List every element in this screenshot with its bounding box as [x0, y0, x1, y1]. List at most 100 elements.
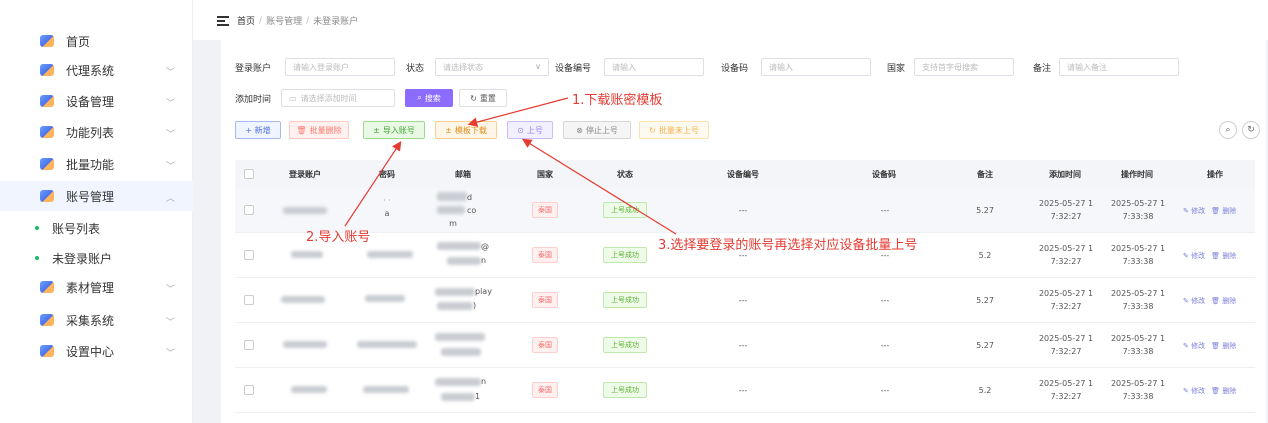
row-checkbox[interactable]: [244, 205, 254, 215]
table-row[interactable]: play ) 泰国 上号成功 --- --- 5.27 2025-05-27 1…: [235, 278, 1255, 323]
email-redacted: [437, 192, 467, 201]
edit-link[interactable]: ✎ 修改: [1183, 206, 1205, 216]
delete-link[interactable]: 🗑 删除: [1211, 251, 1236, 261]
row-checkbox[interactable]: [244, 295, 254, 305]
menu-fold-icon[interactable]: [217, 15, 229, 26]
batch-label: 批量未上号: [658, 125, 699, 135]
column-header: 备注: [977, 170, 993, 179]
column-header: 密码: [379, 170, 395, 179]
account-redacted: [281, 296, 325, 303]
remark-cell: 5.27: [976, 341, 994, 350]
function-icon: [40, 126, 54, 138]
device-code-cell: ---: [880, 386, 890, 395]
sidebar-item-devices[interactable]: 设备管理 ﹀: [0, 86, 193, 116]
batch-delete-label: 批量删除: [309, 125, 342, 135]
country-filter-input[interactable]: 支持首字母搜索: [914, 58, 1014, 76]
delete-link[interactable]: 🗑 删除: [1211, 341, 1236, 351]
row-checkbox[interactable]: [244, 250, 254, 260]
table-row[interactable]: · · a d co m 泰国 上号成功 --- --- 5.27 2025-05…: [235, 188, 1255, 233]
search-button[interactable]: ⌕ 搜索: [405, 89, 453, 107]
account-redacted: [291, 251, 323, 258]
operated-time-cell: 2025-05-27 1 7:33:38: [1110, 334, 1166, 356]
add-time-filter-picker[interactable]: ▭ 请选择添加时间: [281, 89, 395, 107]
password-tail: a: [384, 209, 390, 218]
country-tag: 泰国: [532, 337, 558, 353]
account-filter-input[interactable]: 请输入登录账户: [285, 58, 395, 76]
device-no-filter-input[interactable]: 请输入: [604, 58, 704, 76]
email-redacted: [435, 333, 485, 341]
login-button[interactable]: ⊙ 上号: [507, 121, 553, 139]
edit-link[interactable]: ✎ 修改: [1183, 386, 1205, 396]
table-row[interactable]: 泰国 上号成功 --- --- 5.27 2025-05-27 1 7:32:2…: [235, 323, 1255, 368]
sidebar-item-label: 账号管理: [66, 189, 115, 204]
email-fragment: d: [467, 193, 473, 202]
delete-link[interactable]: 🗑 删除: [1211, 296, 1236, 306]
sidebar-item-label: 功能列表: [66, 125, 115, 140]
row-actions: ✎ 修改 🗑 删除: [1183, 341, 1236, 351]
delete-link[interactable]: 🗑 删除: [1211, 386, 1236, 396]
settings-icon: [40, 345, 54, 357]
sidebar-item-batch[interactable]: 批量功能 ﹀: [0, 149, 193, 179]
column-header: 添加时间: [1049, 170, 1081, 179]
device-code-cell: ---: [880, 206, 890, 215]
breadcrumb-separator: /: [259, 15, 263, 26]
edit-link[interactable]: ✎ 修改: [1183, 341, 1205, 351]
email-fragment: ): [473, 301, 477, 310]
device-no-filter-label: 设备编号: [555, 64, 592, 74]
template-download-button[interactable]: ± 模板下载: [435, 121, 497, 139]
device-icon: [40, 95, 54, 107]
batch-not-login-button[interactable]: ↻ 批量未上号: [639, 121, 709, 139]
delete-link[interactable]: 🗑 删除: [1211, 206, 1236, 216]
breadcrumb-parent[interactable]: 账号管理: [266, 14, 302, 27]
row-checkbox[interactable]: [244, 340, 254, 350]
email-fragment: @: [481, 242, 489, 251]
row-checkbox[interactable]: [244, 385, 254, 395]
sidebar-item-settings[interactable]: 设置中心 ﹀: [0, 336, 193, 366]
device-code-filter-input[interactable]: 请输入: [761, 58, 871, 76]
upload-icon: ±: [373, 125, 380, 135]
home-icon: [40, 35, 54, 47]
breadcrumb-home[interactable]: 首页: [237, 14, 255, 27]
refresh-icon[interactable]: ↻: [1242, 121, 1260, 139]
select-all-checkbox[interactable]: [244, 169, 254, 179]
search-toggle-icon[interactable]: ⌕: [1219, 121, 1237, 139]
sidebar-subitem-account-list[interactable]: 账号列表: [0, 213, 193, 243]
download-icon: ±: [445, 125, 452, 135]
email-fragment: co: [467, 206, 477, 215]
added-time-cell: 2025-05-27 1 7:32:27: [1038, 199, 1094, 221]
material-icon: [40, 281, 54, 293]
sidebar-item-functions[interactable]: 功能列表 ﹀: [0, 117, 193, 147]
reset-button-label: 重置: [479, 93, 496, 103]
import-accounts-button[interactable]: ± 导入账号: [363, 121, 425, 139]
reset-button[interactable]: ↻ 重置: [459, 89, 507, 107]
sidebar-item-materials[interactable]: 素材管理 ﹀: [0, 272, 193, 302]
table-row[interactable]: n 1 泰国 上号成功 --- --- 5.2 2025-05-27 1 7:3…: [235, 368, 1255, 413]
account-icon: [40, 190, 54, 202]
batch-icon: [40, 158, 54, 170]
add-button[interactable]: + 新增: [235, 121, 281, 139]
status-filter-select[interactable]: 请选择状态 ∨: [435, 58, 549, 76]
sidebar-item-accounts[interactable]: 账号管理 ︿: [0, 181, 193, 211]
edit-link[interactable]: ✎ 修改: [1183, 296, 1205, 306]
password-dots: · ·: [383, 196, 391, 205]
edit-link[interactable]: ✎ 修改: [1183, 251, 1205, 261]
import-label: 导入账号: [382, 125, 415, 135]
annotation-step-1: 1.下载账密模板: [572, 93, 663, 108]
sidebar-item-collect[interactable]: 采集系统 ﹀: [0, 305, 193, 335]
batch-delete-button[interactable]: 🗑 批量删除: [289, 121, 349, 139]
email-redacted: [435, 378, 481, 386]
email-fragment: n: [481, 377, 487, 386]
sidebar-item-home[interactable]: 首页: [0, 26, 193, 56]
remark-cell: 5.2: [978, 251, 992, 260]
email-redacted: [441, 393, 475, 401]
sidebar-item-proxy[interactable]: 代理系统 ﹀: [0, 55, 193, 85]
remark-filter-input[interactable]: 请输入备注: [1059, 58, 1179, 76]
delete-label: 删除: [1222, 297, 1237, 305]
email-redacted: [435, 288, 475, 296]
sidebar-subitem-unlogged[interactable]: 未登录账户: [0, 243, 193, 273]
added-time-cell: 2025-05-27 1 7:32:27: [1038, 289, 1094, 311]
breadcrumb: 首页 / 账号管理 / 未登录账户: [217, 14, 358, 27]
country-tag: 泰国: [532, 382, 558, 398]
add-time-placeholder: 请选择添加时间: [300, 93, 357, 103]
stop-login-button[interactable]: ⊗ 停止上号: [563, 121, 631, 139]
